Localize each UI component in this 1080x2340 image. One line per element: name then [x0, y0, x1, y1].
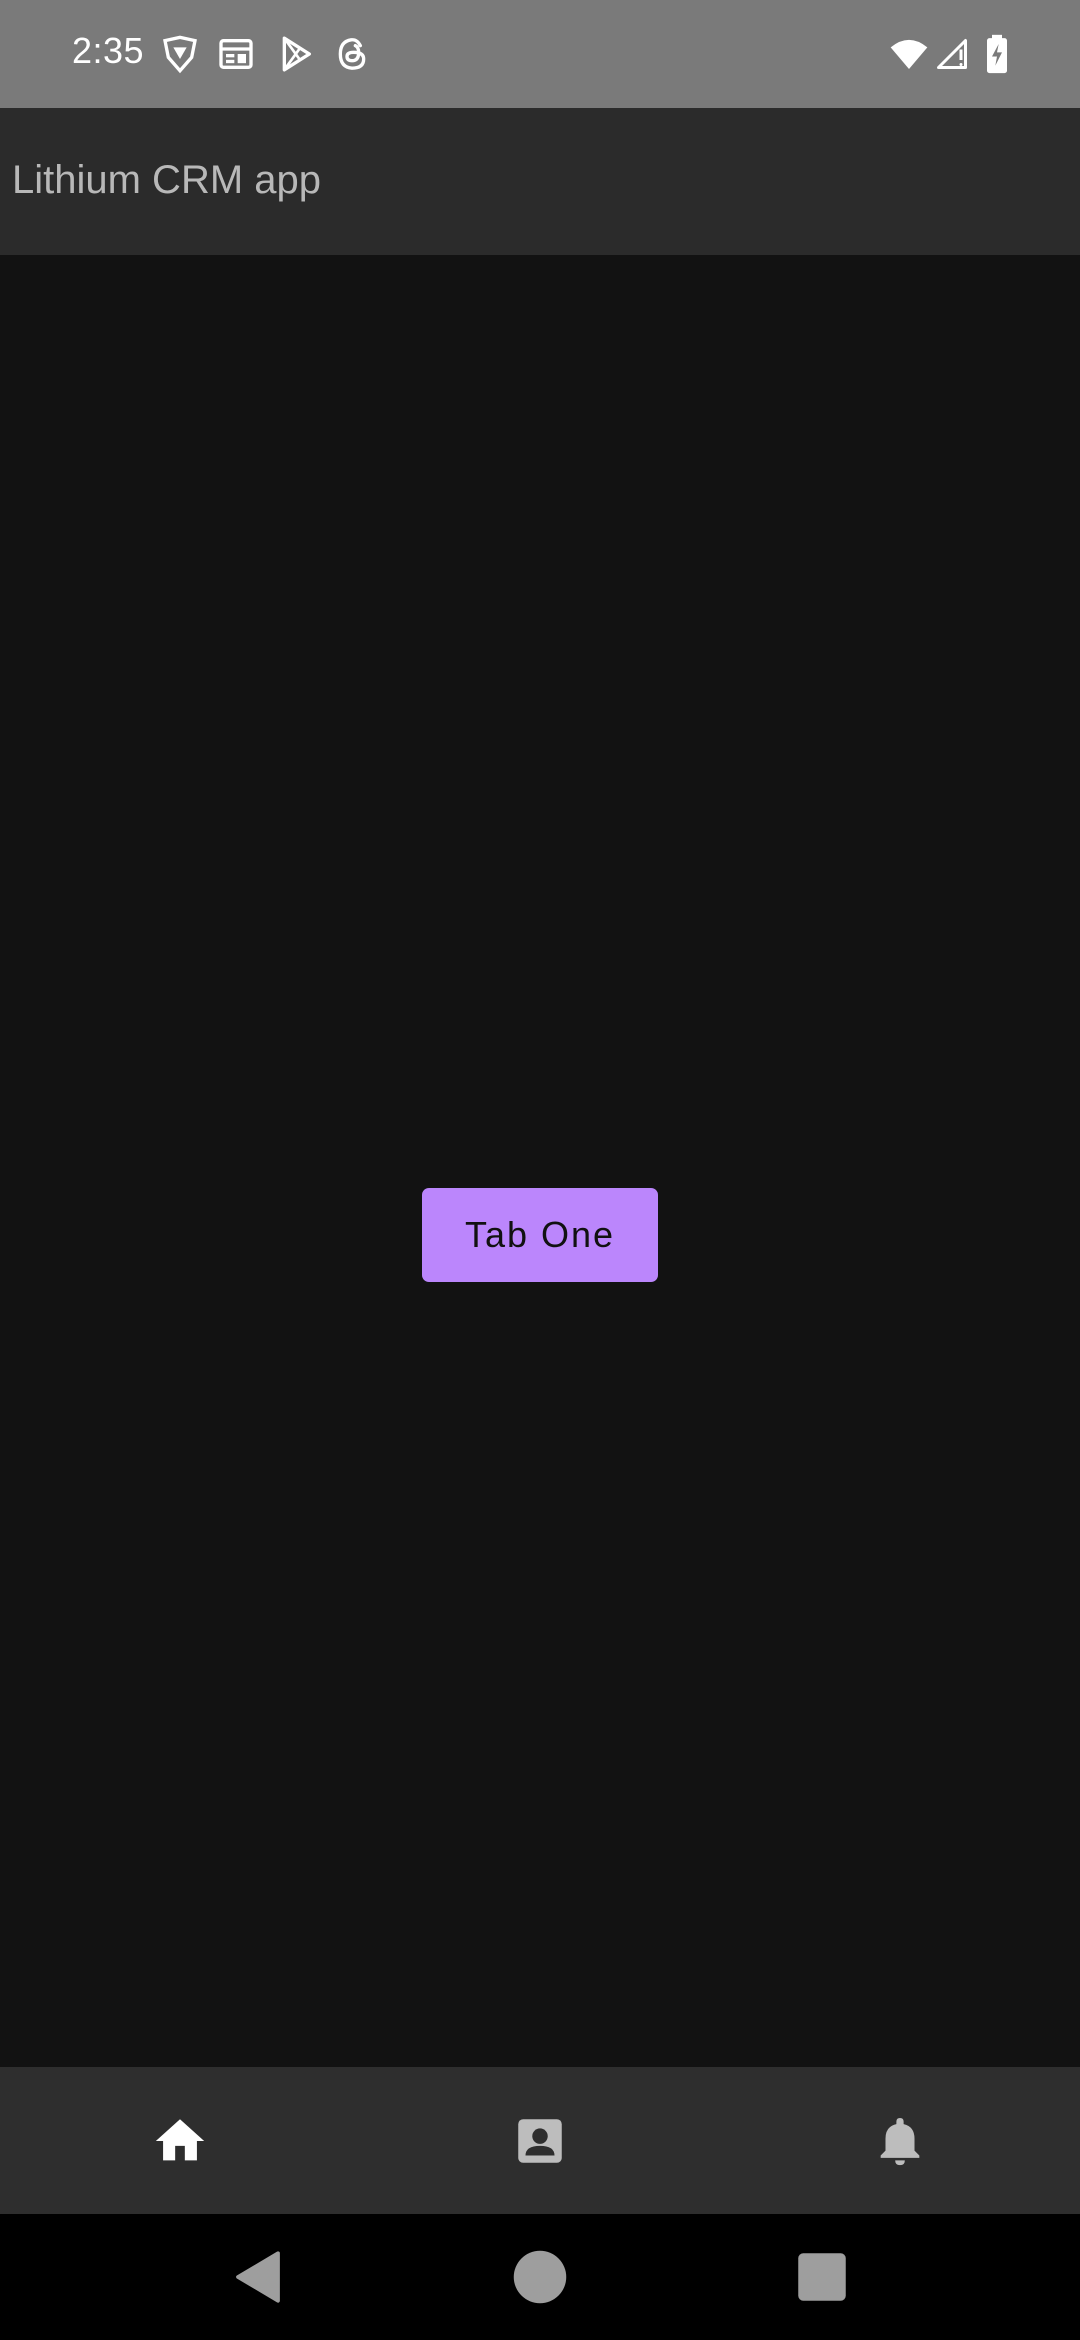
main-content: Tab One — [0, 255, 1080, 2067]
home-icon — [155, 2118, 205, 2160]
recents-icon[interactable] — [792, 2247, 852, 2307]
status-time: 2:35 — [72, 30, 145, 71]
app-title: Lithium CRM app — [12, 158, 322, 202]
back-icon[interactable] — [228, 2247, 288, 2307]
bottom-navigation — [0, 2067, 1080, 2214]
cellular-signal-icon — [934, 34, 970, 74]
nav-item-contacts[interactable] — [360, 2067, 720, 2214]
bell-icon — [880, 2117, 920, 2165]
calendar-icon — [216, 34, 256, 74]
threads-icon — [332, 34, 372, 74]
contact-icon — [518, 2118, 562, 2163]
app-bar: Lithium CRM app — [0, 108, 1080, 255]
system-navigation-bar — [0, 2214, 1080, 2340]
home-circle-icon[interactable] — [510, 2247, 570, 2307]
wifi-icon — [888, 34, 930, 74]
nav-item-notifications[interactable] — [720, 2067, 1080, 2214]
status-bar: 2:35 — [0, 0, 1080, 108]
play-store-icon — [276, 34, 316, 74]
vpn-shield-icon — [160, 34, 200, 74]
app-screen: 2:35 Lithium CRM app Tab One — [0, 0, 1080, 2340]
battery-charging-icon — [984, 34, 1010, 74]
tab-one-button[interactable]: Tab One — [422, 1188, 658, 1282]
nav-item-home[interactable] — [0, 2067, 360, 2214]
